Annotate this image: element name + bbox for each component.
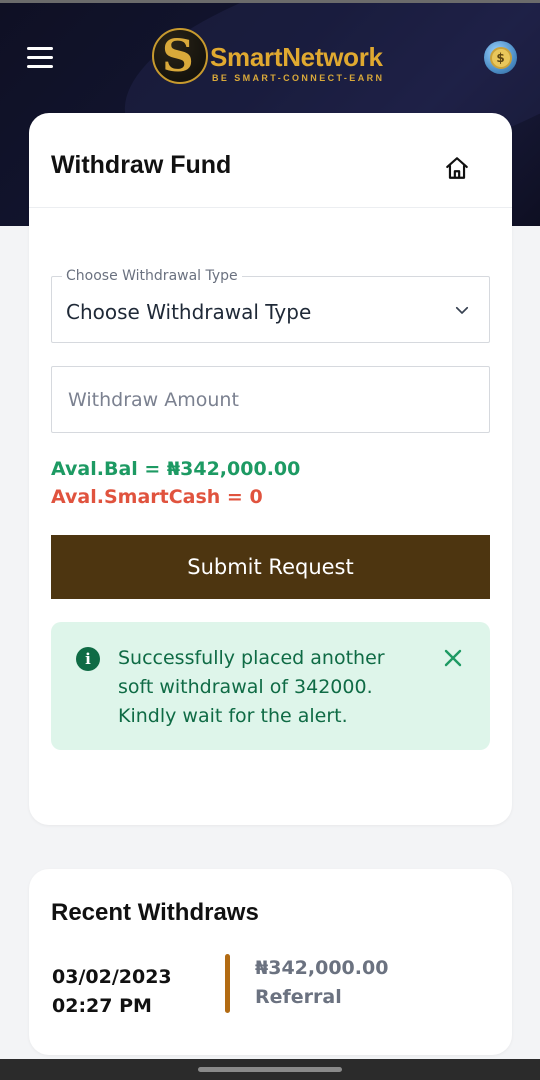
submit-request-button[interactable]: Submit Request [51, 535, 490, 599]
chevron-down-icon [455, 306, 469, 314]
available-smartcash: Aval.SmartCash = 0 [51, 486, 263, 508]
withdraw-time: 02:27 PM [52, 995, 152, 1017]
withdraw-amount: ₦342,000.00 [255, 957, 389, 979]
page-title: Withdraw Fund [51, 151, 232, 179]
withdraw-type: Referral [255, 986, 342, 1008]
info-icon: i [76, 647, 100, 671]
recent-withdraws-title: Recent Withdraws [51, 899, 259, 926]
withdrawal-type-select[interactable]: Choose Withdrawal Type Choose Withdrawal… [51, 268, 490, 343]
select-floating-label: Choose Withdrawal Type [62, 268, 242, 284]
withdraw-date: 03/02/2023 [52, 966, 172, 988]
recent-withdraws-card: Recent Withdraws 03/02/2023 02:27 PM ₦34… [29, 869, 512, 1055]
home-icon[interactable] [444, 155, 470, 181]
withdraw-amount-input[interactable] [51, 366, 490, 433]
close-icon[interactable] [443, 648, 463, 668]
coin-symbol: $ [489, 46, 512, 69]
withdraw-card: Withdraw Fund Choose Withdrawal Type Cho… [29, 113, 512, 825]
select-value: Choose Withdrawal Type [66, 300, 312, 324]
alert-message: Successfully placed another soft withdra… [118, 647, 385, 727]
coin-icon[interactable]: $ [484, 41, 517, 74]
withdraw-divider [225, 954, 230, 1013]
hamburger-menu-icon[interactable] [27, 47, 53, 68]
logo-mark-icon: S [152, 28, 208, 84]
brand-name: SmartNetwork [210, 42, 383, 72]
home-indicator[interactable] [198, 1067, 342, 1072]
brand-tagline: BE SMART-CONNECT-EARN [212, 73, 385, 83]
withdraw-card-header: Withdraw Fund [29, 113, 512, 208]
available-balance: Aval.Bal = ₦342,000.00 [51, 458, 301, 480]
success-alert: i Successfully placed another soft withd… [51, 622, 490, 750]
system-nav-bar [0, 1059, 540, 1080]
brand-logo[interactable]: S SmartNetwork BE SMART-CONNECT-EARN [152, 28, 402, 86]
